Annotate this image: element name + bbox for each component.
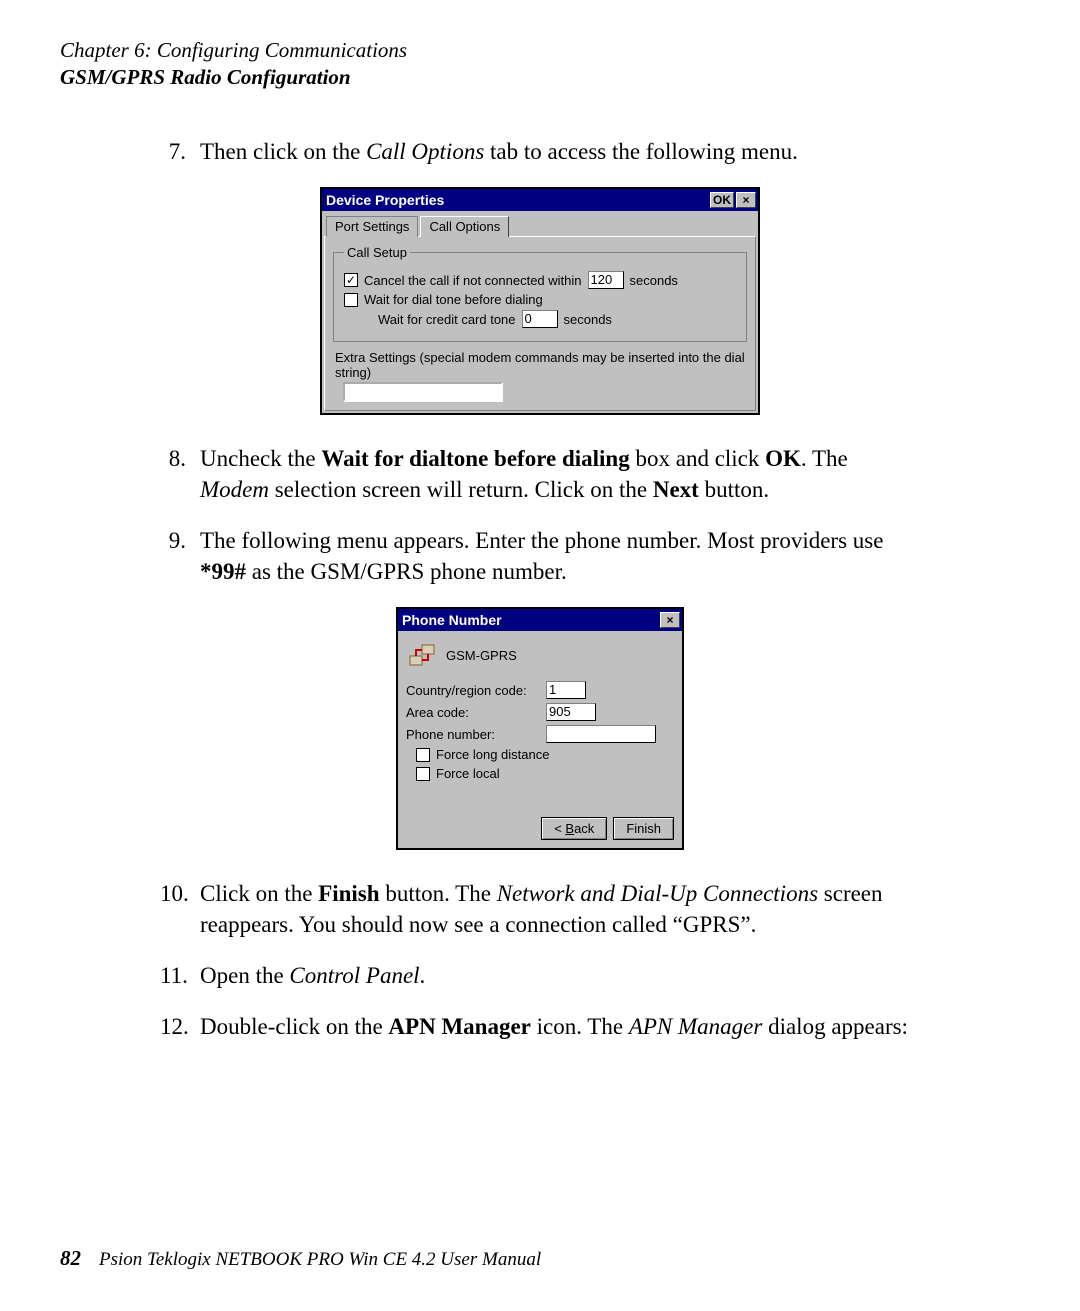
call-setup-group: Call Setup ✓ Cancel the call if not conn… (333, 245, 747, 342)
bold-term: OK (765, 446, 801, 471)
close-icon[interactable]: × (660, 612, 680, 628)
cancel-call-checkbox[interactable]: ✓ (344, 273, 358, 287)
cancel-call-label: Cancel the call if not connected within (364, 273, 582, 288)
connection-name: GSM-GPRS (446, 648, 517, 663)
dialog-title: Device Properties (326, 192, 708, 208)
phone-number-label: Phone number: (406, 727, 546, 742)
tab-strip: Port Settings Call Options (324, 213, 756, 236)
text: selection screen will return. Click on t… (269, 477, 653, 502)
connection-icon (408, 641, 436, 669)
titlebar: Phone Number × (398, 609, 682, 631)
page-number: 82 (60, 1246, 81, 1271)
text: Click on the (200, 881, 318, 906)
text: Double-click on the (200, 1014, 388, 1039)
tab-panel: Call Setup ✓ Cancel the call if not conn… (324, 236, 756, 411)
country-code-input[interactable]: 1 (546, 681, 586, 699)
next-term: Next (653, 477, 699, 502)
step-number: 12. (160, 1011, 200, 1042)
step-8: 8. Uncheck the Wait for dialtone before … (160, 443, 920, 505)
extra-settings-input[interactable] (343, 382, 503, 402)
cancel-seconds-input[interactable]: 120 (588, 271, 624, 289)
ok-button[interactable]: OK (710, 192, 734, 208)
force-local-checkbox[interactable] (416, 767, 430, 781)
phone-number-input[interactable] (546, 725, 656, 743)
phone-number-dialog: Phone Number × GSM-GPRS Country/region c… (396, 607, 684, 850)
text: Open the (200, 963, 289, 988)
close-icon[interactable]: × (736, 192, 756, 208)
extra-settings-label: Extra Settings (special modem commands m… (335, 350, 747, 380)
wait-dialtone-label: Wait for dial tone before dialing (364, 292, 543, 307)
text: . The (801, 446, 848, 471)
titlebar: Device Properties OK × (322, 189, 758, 211)
page-footer: 82 Psion Teklogix NETBOOK PRO Win CE 4.2… (60, 1246, 1020, 1271)
control-panel-term: Control Panel (289, 963, 419, 988)
text: Uncheck the (200, 446, 321, 471)
text: as the GSM/GPRS phone number. (246, 559, 567, 584)
text: icon. The (531, 1014, 629, 1039)
text: button. The (380, 881, 497, 906)
finish-term: Finish (318, 881, 379, 906)
step-number: 7. (160, 136, 200, 167)
apn-manager-dialog-term: APN Manager (629, 1014, 763, 1039)
tab-call-options[interactable]: Call Options (420, 216, 509, 237)
seconds-label-2: seconds (564, 312, 612, 327)
text: Then click on the (200, 139, 366, 164)
bold-term: *99# (200, 559, 246, 584)
step-number: 11. (160, 960, 200, 991)
step-11: 11. Open the Control Panel. (160, 960, 920, 991)
step-10: 10. Click on the Finish button. The Netw… (160, 878, 920, 940)
force-long-distance-label: Force long distance (436, 747, 549, 762)
step-7: 7. Then click on the Call Options tab to… (160, 136, 920, 167)
seconds-label: seconds (630, 273, 678, 288)
step-number: 8. (160, 443, 200, 505)
book-title: Psion Teklogix NETBOOK PRO Win CE 4.2 Us… (99, 1249, 541, 1271)
chapter-heading: Chapter 6: Configuring Communications (60, 38, 1020, 63)
section-heading: GSM/GPRS Radio Configuration (60, 65, 1020, 90)
text: tab to access the following menu. (484, 139, 798, 164)
device-properties-dialog: Device Properties OK × Port Settings Cal… (320, 187, 760, 415)
call-options-term: Call Options (366, 139, 484, 164)
area-code-input[interactable]: 905 (546, 703, 596, 721)
text: . (420, 963, 426, 988)
modem-term: Modem (200, 477, 269, 502)
step-9: 9. The following menu appears. Enter the… (160, 525, 920, 587)
text: box and click (630, 446, 765, 471)
text: button. (699, 477, 769, 502)
back-button[interactable]: < Back (541, 817, 607, 840)
force-local-label: Force local (436, 766, 500, 781)
force-long-distance-checkbox[interactable] (416, 748, 430, 762)
group-legend: Call Setup (344, 245, 410, 260)
step-number: 9. (160, 525, 200, 587)
area-code-label: Area code: (406, 705, 546, 720)
step-12: 12. Double-click on the APN Manager icon… (160, 1011, 920, 1042)
credit-seconds-input[interactable]: 0 (522, 310, 558, 328)
apn-manager-term: APN Manager (388, 1014, 530, 1039)
text: The following menu appears. Enter the ph… (200, 528, 883, 553)
ndu-term: Network and Dial-Up Connections (497, 881, 818, 906)
tab-port-settings[interactable]: Port Settings (326, 216, 418, 237)
step-number: 10. (160, 878, 200, 940)
country-label: Country/region code: (406, 683, 546, 698)
bold-term: Wait for dialtone before dialing (321, 446, 629, 471)
wait-credit-label: Wait for credit card tone (378, 312, 516, 327)
text: dialog appears: (762, 1014, 908, 1039)
finish-button[interactable]: Finish (613, 817, 674, 840)
wait-dialtone-checkbox[interactable] (344, 293, 358, 307)
connection-header: GSM-GPRS (406, 637, 674, 677)
dialog-title: Phone Number (402, 612, 658, 628)
